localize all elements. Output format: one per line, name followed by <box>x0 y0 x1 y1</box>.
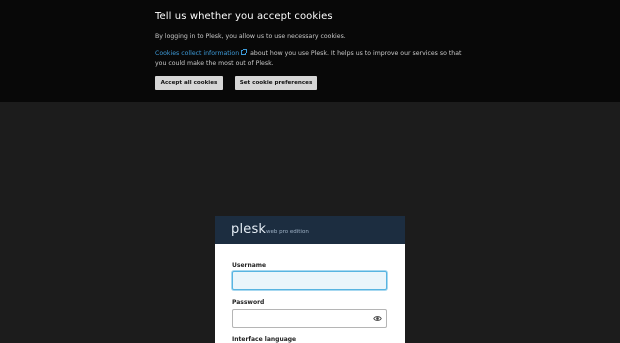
login-form: Username Password Interface language <box>215 216 405 343</box>
cookie-banner-title: Tell us whether you accept cookies <box>155 11 333 22</box>
cookie-banner-text-2: Cookies collect information about how yo… <box>155 49 465 69</box>
interface-language-label: Interface language <box>232 336 297 343</box>
password-label: Password <box>232 299 265 306</box>
cookie-banner-text-1: By logging in to Plesk, you allow us to … <box>155 33 346 40</box>
set-cookie-preferences-button[interactable]: Set cookie preferences <box>235 76 317 90</box>
cookies-info-link[interactable]: Cookies collect information <box>155 50 239 57</box>
username-label: Username <box>232 262 267 269</box>
username-input[interactable] <box>232 271 387 290</box>
cookie-banner: Tell us whether you accept cookies By lo… <box>0 0 620 102</box>
eye-icon[interactable] <box>373 314 382 323</box>
accept-all-cookies-button[interactable]: Accept all cookies <box>155 76 223 90</box>
password-input[interactable] <box>232 309 387 328</box>
page: Tell us whether you accept cookies By lo… <box>0 0 620 343</box>
external-link-icon <box>241 49 248 55</box>
